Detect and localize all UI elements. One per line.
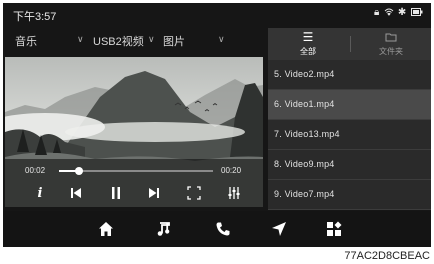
status-icons: 🔒︎ ✱ <box>374 7 423 18</box>
wifi-icon <box>384 7 398 18</box>
source-pictures-dropdown[interactable]: 图片 ∨ <box>163 33 233 49</box>
list-item[interactable]: 7. Video13.mp4 <box>268 120 431 150</box>
equalizer-icon <box>228 187 240 199</box>
clock: 下午3:57 <box>13 11 57 23</box>
elapsed-time: 00:02 <box>25 166 46 175</box>
previous-button[interactable] <box>65 184 87 202</box>
chevron-down-icon: ∨ <box>218 34 225 44</box>
nav-home-button[interactable] <box>98 221 118 237</box>
progress-slider[interactable] <box>59 167 213 175</box>
source-music-label: 音乐 <box>15 36 37 48</box>
chevron-down-icon: ∨ <box>148 34 155 44</box>
head-unit-screen: 下午3:57 🔒︎ ✱ 音乐 ∨ USB2视频 ∨ 图片 ∨ 00:02 00:… <box>3 3 431 247</box>
info-button[interactable]: i <box>29 184 51 202</box>
list-item[interactable]: 5. Video2.mp4 <box>268 60 431 90</box>
nav-navigation-button[interactable] <box>271 221 291 237</box>
playlist: 5. Video2.mp4 6. Video1.mp4 7. Video13.m… <box>268 60 431 210</box>
fullscreen-button[interactable] <box>183 184 205 202</box>
next-icon <box>149 188 159 198</box>
equalizer-button[interactable] <box>223 184 245 202</box>
fullscreen-icon <box>187 186 201 200</box>
video-player[interactable]: 00:02 00:20 i <box>5 57 263 207</box>
list-item[interactable]: 8. Video9.mp4 <box>268 150 431 180</box>
tab-all-label: 全部 <box>300 47 316 56</box>
battery-icon <box>411 7 423 18</box>
tab-all[interactable]: ☰ 全部 <box>268 28 348 60</box>
list-item-selected[interactable]: 6. Video1.mp4 <box>268 90 431 120</box>
list-item[interactable]: 9. Video7.mp4 <box>268 180 431 210</box>
status-bar: 下午3:57 🔒︎ ✱ <box>3 3 431 25</box>
pause-icon <box>112 187 120 199</box>
source-music-dropdown[interactable]: 音乐 ∨ <box>15 33 93 49</box>
source-usb-label: USB2视频 <box>93 36 144 48</box>
progress-handle[interactable] <box>75 167 84 175</box>
nav-phone-button[interactable] <box>215 221 235 237</box>
bottom-nav <box>3 211 431 247</box>
bluetooth-icon: ✱ <box>397 7 408 18</box>
tab-folders[interactable]: 文件夹 <box>351 28 431 60</box>
lock-icon: 🔒︎ <box>373 7 381 18</box>
nav-music-button[interactable] <box>155 221 175 237</box>
music-icon <box>157 222 170 236</box>
figure-code: 77AC2D8CBEAC <box>344 250 430 262</box>
pause-button[interactable] <box>105 184 127 202</box>
folder-icon <box>351 31 431 44</box>
source-usb-dropdown[interactable]: USB2视频 ∨ <box>93 33 157 49</box>
list-icon: ☰ <box>302 30 314 44</box>
playlist-tabs: ☰ 全部 文件夹 <box>268 28 431 60</box>
source-pictures-label: 图片 <box>163 36 185 48</box>
total-duration: 00:20 <box>221 166 242 175</box>
source-selector: 音乐 ∨ USB2视频 ∨ 图片 ∨ <box>3 30 261 50</box>
navigation-icon <box>272 222 286 236</box>
tab-folders-label: 文件夹 <box>379 47 403 56</box>
nav-apps-button[interactable] <box>326 221 346 237</box>
info-icon: i <box>37 186 43 201</box>
previous-icon <box>71 188 81 198</box>
next-button[interactable] <box>143 184 165 202</box>
apps-icon <box>327 221 342 236</box>
home-icon <box>99 222 113 236</box>
chevron-down-icon: ∨ <box>77 34 84 44</box>
phone-icon <box>216 222 230 236</box>
